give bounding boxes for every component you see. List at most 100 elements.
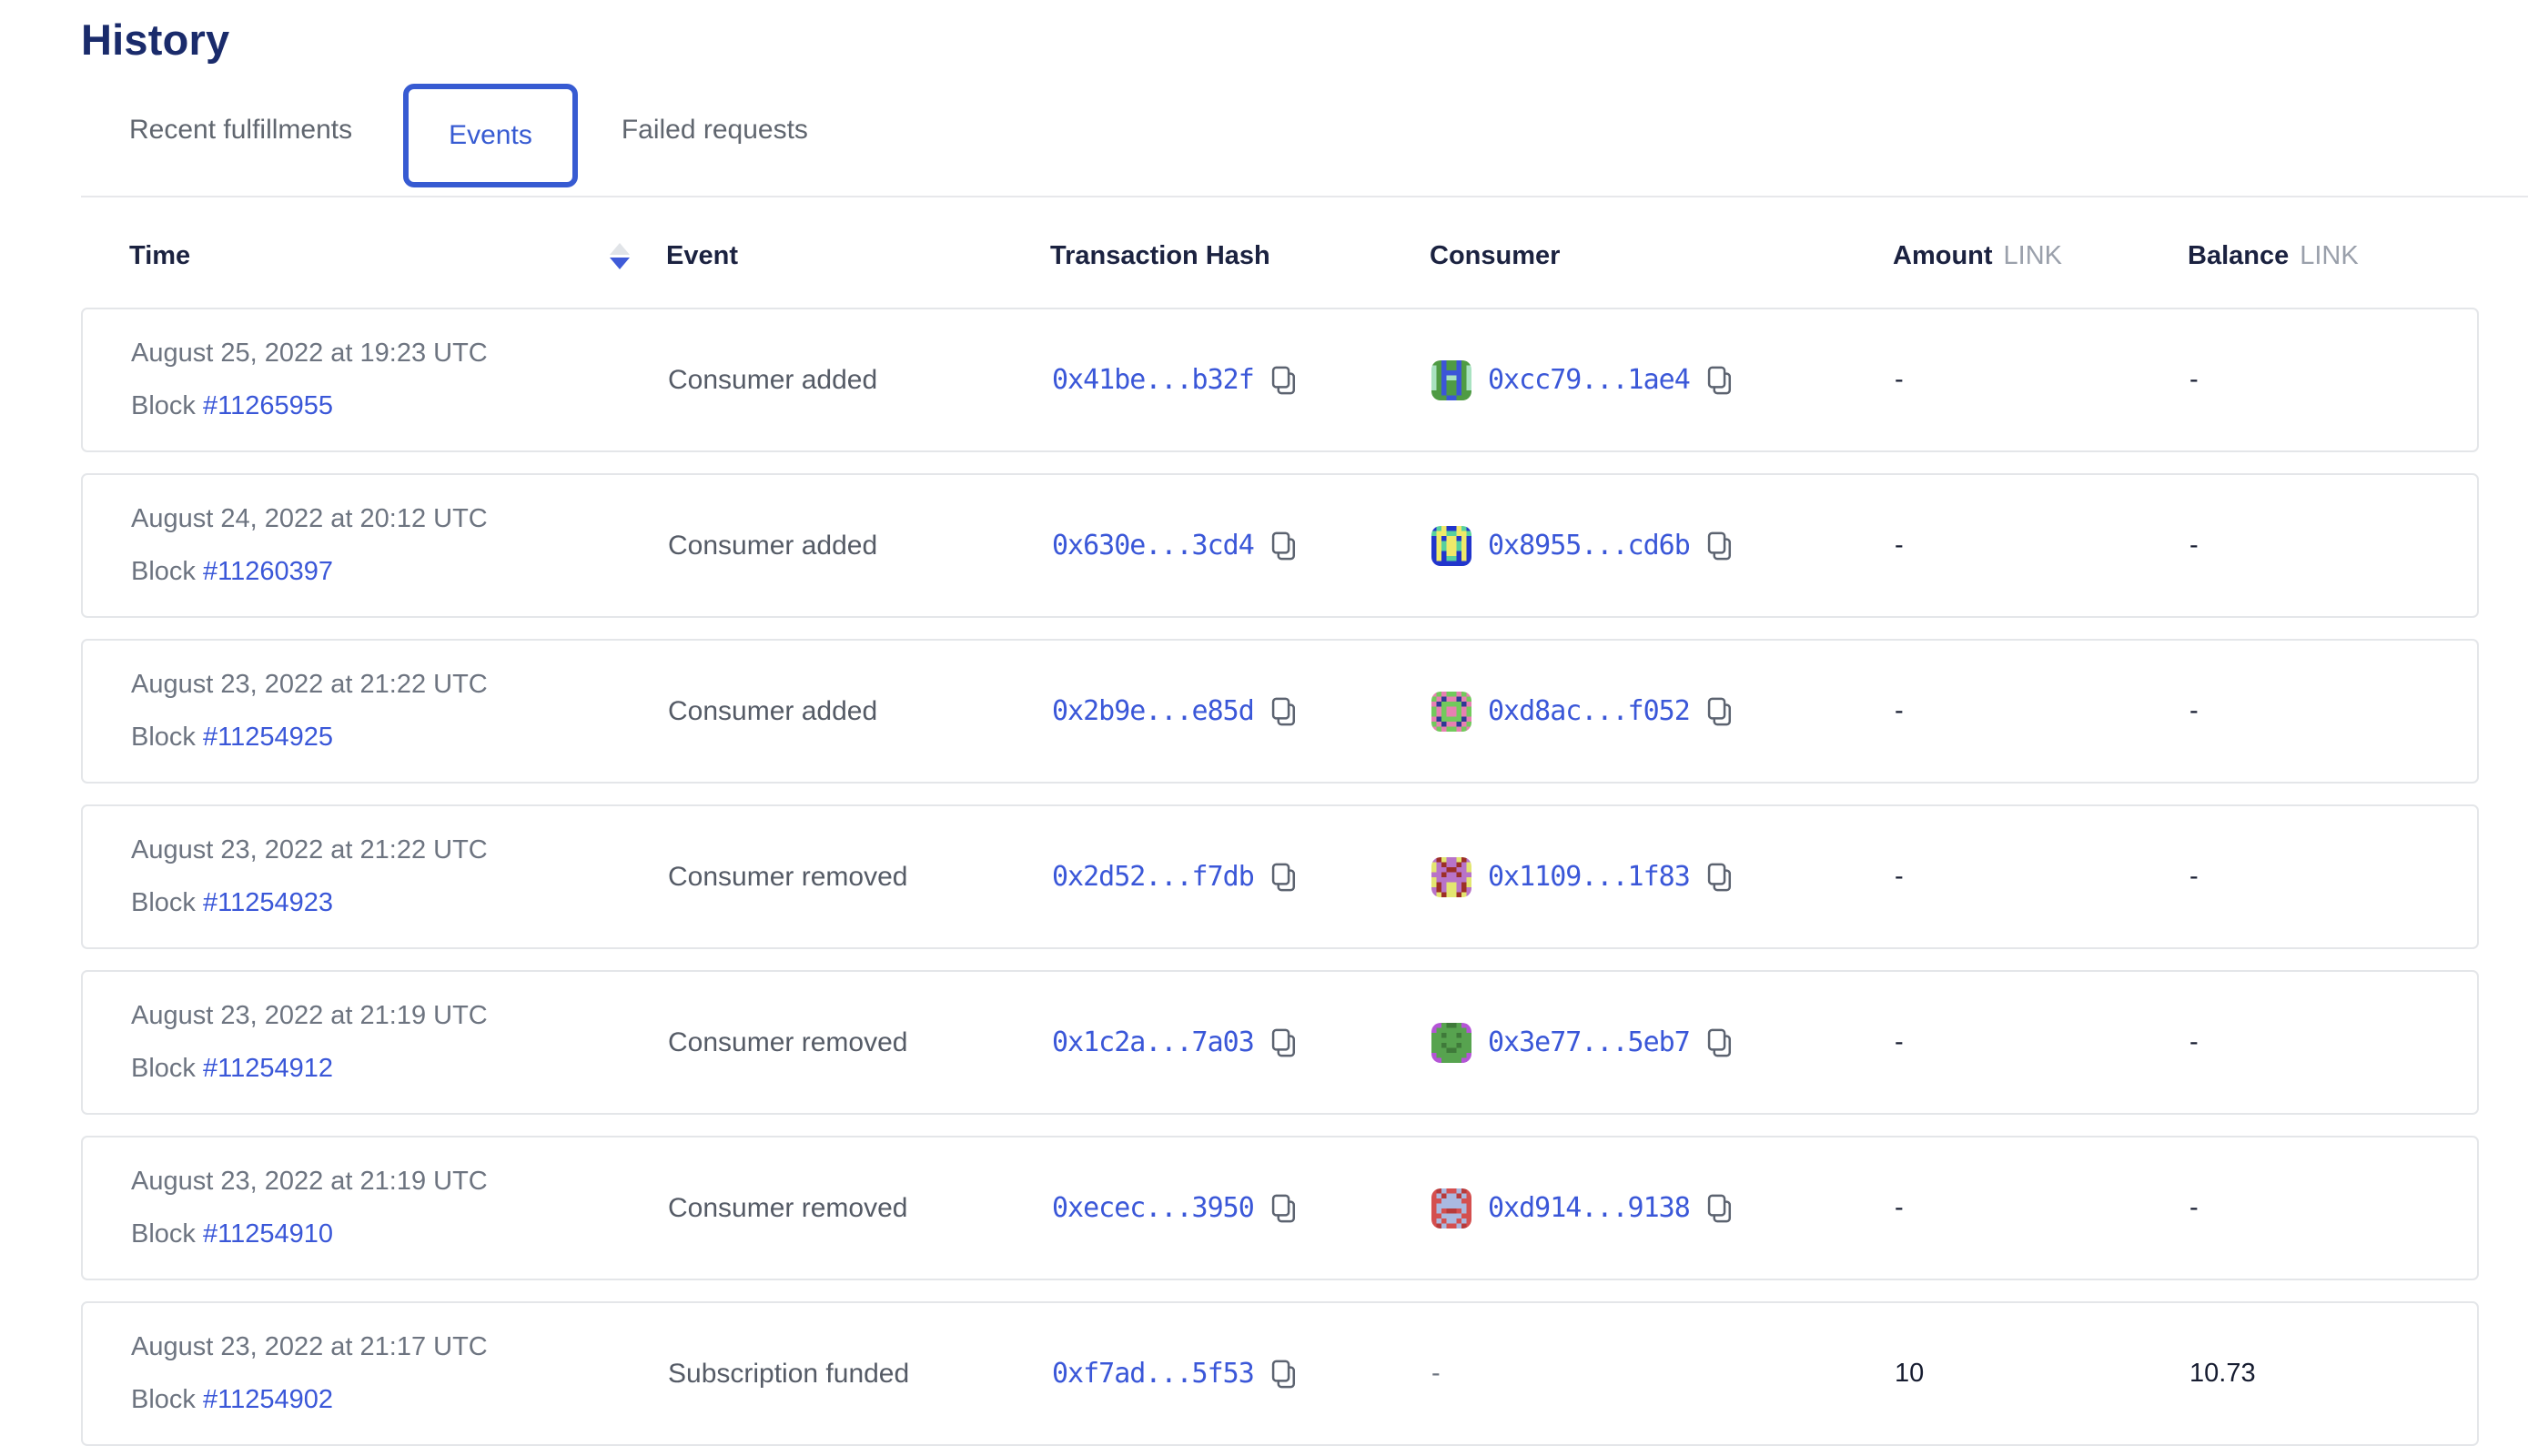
block-label: Block xyxy=(131,391,196,420)
time-cell: August 23, 2022 at 21:22 UTC Block #1125… xyxy=(131,670,668,753)
copy-transaction-hash-icon[interactable] xyxy=(1270,1359,1298,1390)
consumer-cell: - xyxy=(1431,1359,1895,1389)
block-number-link[interactable]: #11254923 xyxy=(203,888,333,917)
column-header-event: Event xyxy=(666,241,1050,271)
event-type: Consumer removed xyxy=(668,862,1052,893)
block-line: Block #11265955 xyxy=(131,391,668,421)
tab-events[interactable]: Events xyxy=(403,84,578,187)
copy-consumer-address-icon[interactable] xyxy=(1706,1193,1734,1224)
block-label: Block xyxy=(131,1054,196,1083)
copy-transaction-hash-icon[interactable] xyxy=(1270,862,1298,893)
column-header-balance: Balance LINK xyxy=(2188,241,2479,271)
transaction-hash-link[interactable]: 0x1c2a...7a03 xyxy=(1052,1026,1254,1058)
block-label: Block xyxy=(131,888,196,917)
table-row: August 23, 2022 at 21:19 UTC Block #1125… xyxy=(81,970,2479,1115)
table-row: August 24, 2022 at 20:12 UTC Block #1126… xyxy=(81,473,2479,618)
sort-indicator[interactable] xyxy=(610,243,630,269)
time-cell: August 23, 2022 at 21:19 UTC Block #1125… xyxy=(131,1167,668,1249)
consumer-avatar xyxy=(1431,526,1471,566)
event-date: August 23, 2022 at 21:22 UTC xyxy=(131,670,668,700)
balance-value: - xyxy=(2189,1193,2477,1223)
consumer-address-link[interactable]: 0x3e77...5eb7 xyxy=(1488,1026,1690,1058)
page-title: History xyxy=(81,15,2528,65)
event-date: August 23, 2022 at 21:19 UTC xyxy=(131,1001,668,1031)
copy-consumer-address-icon[interactable] xyxy=(1706,696,1734,727)
consumer-address-link[interactable]: 0x8955...cd6b xyxy=(1488,530,1690,561)
block-label: Block xyxy=(131,1385,196,1414)
sort-asc-icon xyxy=(610,243,630,255)
table-row: August 23, 2022 at 21:19 UTC Block #1125… xyxy=(81,1136,2479,1280)
copy-consumer-address-icon[interactable] xyxy=(1706,531,1734,561)
transaction-hash-link[interactable]: 0x630e...3cd4 xyxy=(1052,530,1254,561)
block-number-link[interactable]: #11254925 xyxy=(203,723,333,752)
column-header-time-label: Time xyxy=(129,241,190,271)
consumer-address-link[interactable]: 0xcc79...1ae4 xyxy=(1488,364,1690,396)
column-header-time[interactable]: Time xyxy=(129,241,666,271)
time-cell: August 23, 2022 at 21:19 UTC Block #1125… xyxy=(131,1001,668,1084)
copy-transaction-hash-icon[interactable] xyxy=(1270,1193,1298,1224)
transaction-hash-cell: 0x630e...3cd4 xyxy=(1052,530,1431,561)
transaction-hash-link[interactable]: 0x41be...b32f xyxy=(1052,364,1254,396)
balance-label: Balance xyxy=(2188,241,2289,271)
block-number-link[interactable]: #11260397 xyxy=(203,557,333,586)
balance-value: - xyxy=(2189,696,2477,726)
amount-unit-label: LINK xyxy=(2004,241,2062,271)
time-cell: August 23, 2022 at 21:17 UTC Block #1125… xyxy=(131,1332,668,1415)
amount-value: - xyxy=(1895,862,2189,892)
block-label: Block xyxy=(131,723,196,752)
consumer-address-link: - xyxy=(1431,1359,1441,1389)
event-date: August 24, 2022 at 20:12 UTC xyxy=(131,504,668,534)
copy-transaction-hash-icon[interactable] xyxy=(1270,696,1298,727)
consumer-address-link[interactable]: 0x1109...1f83 xyxy=(1488,861,1690,893)
tab-bar: Recent fulfillments Events Failed reques… xyxy=(81,65,2528,197)
amount-value: - xyxy=(1895,1193,2189,1223)
amount-value: - xyxy=(1895,531,2189,561)
time-cell: August 24, 2022 at 20:12 UTC Block #1126… xyxy=(131,504,668,587)
amount-value: 10 xyxy=(1895,1359,2189,1389)
copy-consumer-address-icon[interactable] xyxy=(1706,862,1734,893)
block-label: Block xyxy=(131,557,196,586)
event-date: August 23, 2022 at 21:22 UTC xyxy=(131,835,668,865)
consumer-cell: 0x8955...cd6b xyxy=(1431,526,1895,566)
block-line: Block #11254902 xyxy=(131,1385,668,1415)
block-line: Block #11254910 xyxy=(131,1219,668,1249)
balance-value: - xyxy=(2189,1027,2477,1057)
transaction-hash-link[interactable]: 0xf7ad...5f53 xyxy=(1052,1358,1254,1390)
transaction-hash-link[interactable]: 0x2d52...f7db xyxy=(1052,861,1254,893)
consumer-address-link[interactable]: 0xd914...9138 xyxy=(1488,1192,1690,1224)
table-row: August 23, 2022 at 21:17 UTC Block #1125… xyxy=(81,1301,2479,1446)
event-type: Consumer added xyxy=(668,531,1052,561)
transaction-hash-cell: 0x41be...b32f xyxy=(1052,364,1431,396)
event-type: Consumer added xyxy=(668,365,1052,396)
consumer-avatar xyxy=(1431,692,1471,732)
column-header-consumer: Consumer xyxy=(1430,241,1893,271)
transaction-hash-cell: 0x2d52...f7db xyxy=(1052,861,1431,893)
event-type: Consumer removed xyxy=(668,1193,1052,1224)
tab-failed-requests[interactable]: Failed requests xyxy=(622,115,808,146)
event-date: August 25, 2022 at 19:23 UTC xyxy=(131,339,668,369)
copy-transaction-hash-icon[interactable] xyxy=(1270,1027,1298,1058)
copy-transaction-hash-icon[interactable] xyxy=(1270,365,1298,396)
transaction-hash-cell: 0xecec...3950 xyxy=(1052,1192,1431,1224)
block-number-link[interactable]: #11254910 xyxy=(203,1219,333,1249)
block-number-link[interactable]: #11265955 xyxy=(203,391,333,420)
block-label: Block xyxy=(131,1219,196,1249)
copy-transaction-hash-icon[interactable] xyxy=(1270,531,1298,561)
consumer-avatar xyxy=(1431,857,1471,897)
transaction-hash-link[interactable]: 0x2b9e...e85d xyxy=(1052,695,1254,727)
copy-consumer-address-icon[interactable] xyxy=(1706,365,1734,396)
tab-recent-fulfillments[interactable]: Recent fulfillments xyxy=(129,115,352,146)
event-date: August 23, 2022 at 21:19 UTC xyxy=(131,1167,668,1197)
transaction-hash-link[interactable]: 0xecec...3950 xyxy=(1052,1192,1254,1224)
balance-unit-label: LINK xyxy=(2300,241,2358,271)
balance-value: - xyxy=(2189,365,2477,395)
event-date: August 23, 2022 at 21:17 UTC xyxy=(131,1332,668,1362)
block-number-link[interactable]: #11254912 xyxy=(203,1054,333,1083)
event-type: Subscription funded xyxy=(668,1359,1052,1390)
event-type: Consumer removed xyxy=(668,1027,1052,1058)
consumer-cell: 0x3e77...5eb7 xyxy=(1431,1023,1895,1063)
consumer-address-link[interactable]: 0xd8ac...f052 xyxy=(1488,695,1690,727)
block-number-link[interactable]: #11254902 xyxy=(203,1385,333,1414)
copy-consumer-address-icon[interactable] xyxy=(1706,1027,1734,1058)
consumer-cell: 0xd8ac...f052 xyxy=(1431,692,1895,732)
